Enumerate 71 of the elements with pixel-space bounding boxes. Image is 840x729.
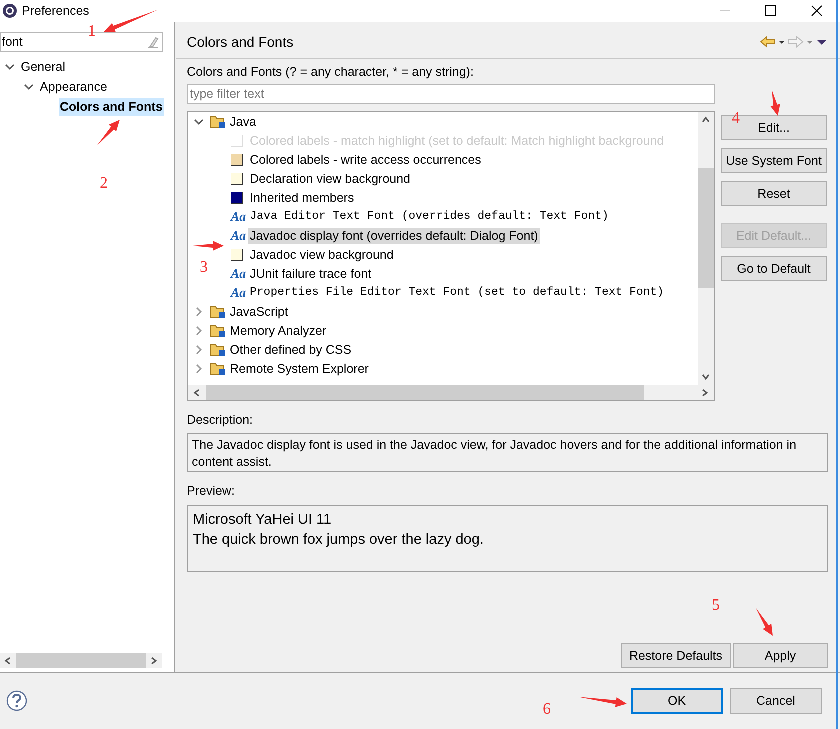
annotation-number: 3 [200,260,208,276]
preview-text: Microsoft YaHei UI 11 [193,511,333,530]
description-label: Description: [187,413,254,429]
chevron-left-icon [4,656,12,664]
folder-icon [210,324,226,338]
chevron-right-icon [701,388,709,396]
button[interactable]: Use System Font [721,148,827,173]
chevron-down-icon[interactable] [24,82,34,92]
tree-item[interactable]: Java Editor Text Font (overrides default: Text Font) [250,210,609,223]
chevron-down-icon[interactable] [5,62,15,72]
maximize-icon[interactable] [765,5,777,17]
tree-item[interactable]: Other defined by CSS [230,342,352,356]
chevron-right-icon[interactable] [194,306,204,316]
annotation-arrow [770,90,780,116]
scrollbar[interactable] [698,112,714,385]
chevron-right-icon[interactable] [194,364,204,374]
tree-item[interactable]: Colors and Fonts [59,98,164,116]
description-text: The Javadoc display font is used in the Javadoc view, for Javadoc hovers and for the additional information in content assist. [187,433,828,472]
button[interactable]: Apply [733,643,828,668]
chevron-down-icon[interactable] [194,116,204,126]
folder-icon [210,114,226,128]
annotation-number: 6 [543,702,551,718]
button[interactable]: OK [631,688,723,714]
help-icon[interactable] [6,690,28,712]
folder-icon [210,304,226,318]
button[interactable]: Reset [721,181,827,206]
filter-label: Colors and Fonts (? = any character, * = any string): [187,65,475,81]
preview-label: Preview: [187,484,236,500]
annotation-arrow [756,608,773,636]
tree-item[interactable]: JavaScript [230,304,288,318]
annotation-arrow [578,697,627,708]
chevron-left-icon [193,388,201,396]
chevron-right-icon[interactable] [194,326,204,336]
scrollbar[interactable] [188,385,714,400]
annotation-arrow [97,120,120,146]
font-icon: Aa [231,284,246,300]
tree-item[interactable]: General [21,60,66,74]
chevron-up-icon [702,116,710,124]
scrollbar[interactable] [0,653,162,668]
annotation-number: 2 [100,176,108,192]
tree-item[interactable]: Java [230,114,256,128]
annotation-number: 5 [712,598,720,614]
font-icon: Aa [231,208,246,224]
annotation-arrow [104,10,158,32]
tree-item[interactable]: Javadoc view background [250,248,394,262]
folder-icon [210,342,226,356]
tree-item[interactable]: Properties File Editor Text Font (set to default: Text Font) [250,286,664,299]
filter-field[interactable]: type filter text [187,84,715,104]
chevron-down-icon [702,373,710,381]
button[interactable]: Go to Default [721,256,827,281]
tree-item[interactable]: Remote System Explorer [230,362,369,376]
chevron-right-icon[interactable] [194,344,204,354]
close-icon[interactable] [811,5,823,17]
preview-text: The quick brown fox jumps over the lazy dog. [193,531,485,550]
tree-item[interactable]: Javadoc display font (overrides default: Dialog Font) [248,228,540,244]
button[interactable]: Cancel [730,688,822,714]
folder-icon [210,362,226,376]
font-icon: Aa [231,228,246,244]
tree-item[interactable]: Appearance [40,80,108,94]
tree-item[interactable]: Inherited members [250,190,354,204]
tree-item[interactable]: JUnit failure trace font [250,266,372,280]
annotation-arrow [193,241,224,251]
eraser-icon[interactable] [147,36,159,48]
page-title: Colors and Fonts [187,34,295,50]
chevron-right-icon [150,656,158,664]
button[interactable]: Restore Defaults [621,643,731,668]
font-icon: Aa [231,266,246,282]
window-title: Preferences [22,4,90,18]
tree-item[interactable]: Memory Analyzer [230,324,327,338]
tree-item[interactable]: Colored labels - write access occurrences [250,152,482,166]
tree-item[interactable]: Declaration view background [250,172,411,186]
